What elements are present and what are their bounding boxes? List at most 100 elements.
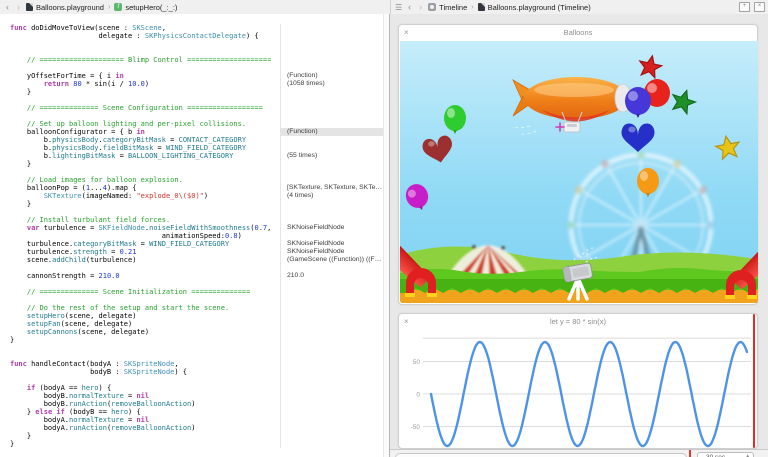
code-line[interactable]: turbulence.categoryBitMask = WIND_FIELD_…	[0, 240, 383, 248]
code-rows: func doDidMoveToView(scene : SKScene, de…	[0, 24, 383, 448]
code-line[interactable]: bodyB.runAction(removeBalloonAction)	[0, 400, 383, 408]
timeline-slider[interactable]	[395, 453, 687, 457]
breadcrumb-timeline[interactable]: Timeline	[428, 3, 467, 12]
code-line[interactable]: }	[0, 432, 383, 440]
code-line[interactable]: // Load images for balloon explosion.	[0, 176, 383, 184]
result-gutter	[280, 352, 383, 360]
related-items-icon[interactable]: ☰	[395, 3, 402, 12]
code-line[interactable]	[0, 280, 383, 288]
code-line[interactable]: bodyA.normalTexture = nil	[0, 416, 383, 424]
breadcrumb-assistant-file[interactable]: Balloons.playground (Timeline)	[477, 3, 591, 12]
code-line[interactable]	[0, 96, 383, 104]
result-annotation[interactable]: 210.0	[280, 272, 383, 280]
code-line[interactable]: delegate : SKPhysicsContactDelegate) {	[0, 32, 383, 40]
code-line[interactable]: setupFan(scene, delegate)	[0, 320, 383, 328]
result-annotation[interactable]: SKNoiseFieldNode	[280, 248, 383, 256]
result-gutter	[280, 24, 383, 32]
result-gutter	[280, 400, 383, 408]
code-line[interactable]	[0, 264, 383, 272]
result-annotation[interactable]: (4 times)	[280, 192, 383, 200]
close-icon[interactable]: ×	[404, 314, 409, 330]
result-gutter	[280, 32, 383, 40]
result-gutter	[280, 208, 383, 216]
code-line[interactable]: }	[0, 160, 383, 168]
code-line[interactable]: b.physicsBody.fieldBitMask = WIND_FIELD_…	[0, 144, 383, 152]
code-line[interactable]: }	[0, 88, 383, 96]
result-annotation[interactable]: SKNoiseFieldNode	[280, 240, 383, 248]
code-line[interactable]: bodyB : SKSpriteNode) {	[0, 368, 383, 376]
result-annotation[interactable]: (1058 times)	[280, 80, 383, 88]
code-line[interactable]: cannonStrength = 210.0 210.0	[0, 272, 383, 280]
timeline-position-marker[interactable]	[689, 450, 691, 457]
code-line[interactable]	[0, 352, 383, 360]
code-line[interactable]	[0, 168, 383, 176]
code-line[interactable]: // Set up balloon lighting and per-pixel…	[0, 120, 383, 128]
code-line[interactable]	[0, 376, 383, 384]
code-line[interactable]: // Do the rest of the setup and start th…	[0, 304, 383, 312]
duration-stepper[interactable]: 30 sec ▲▼	[697, 452, 754, 457]
code-line[interactable]: bodyA.runAction(removeBalloonAction)	[0, 424, 383, 432]
assistant-forward-button[interactable]: ›	[417, 1, 424, 13]
result-annotation[interactable]: (55 times)	[280, 152, 383, 160]
jump-bar-left: ‹ › Balloons.playground › f setupHero(_:…	[4, 0, 177, 14]
code-line[interactable]: func doDidMoveToView(scene : SKScene,	[0, 24, 383, 32]
code-line[interactable]: } else if (bodyB == hero) {	[0, 408, 383, 416]
result-gutter	[280, 416, 383, 424]
result-annotation[interactable]: [SKTexture, SKTexture, SKTe…	[280, 184, 383, 192]
code-line[interactable]: var turbulence = SKFieldNode.noiseFieldW…	[0, 224, 383, 232]
code-line[interactable]: setupHero(scene, delegate)	[0, 312, 383, 320]
code-line[interactable]	[0, 112, 383, 120]
code-line[interactable]	[0, 48, 383, 56]
code-line[interactable]: balloonPop = (1...4).map {[SKTexture, SK…	[0, 184, 383, 192]
close-icon[interactable]: ×	[404, 25, 409, 41]
code-line[interactable]: }	[0, 336, 383, 344]
timeline-playhead[interactable]	[753, 314, 755, 448]
result-gutter	[280, 40, 383, 48]
code-line[interactable]: b.physicsBody.categoryBitMask = CONTACT_…	[0, 136, 383, 144]
stepper-arrows-icon[interactable]: ▲▼	[746, 453, 750, 457]
code-line[interactable]: SKTexture(imageNamed: "explode_0\($0)")(…	[0, 192, 383, 200]
playground-file-icon	[477, 3, 485, 11]
code-line[interactable]: b.lightingBitMask = BALLOON_LIGHTING_CAT…	[0, 152, 383, 160]
code-line[interactable]: // ============== Scene Configuration ==…	[0, 104, 383, 112]
result-gutter	[280, 160, 383, 168]
code-line[interactable]: balloonConfigurator = { b in (Function)	[0, 128, 383, 136]
code-line[interactable]: return 80 * sin(i / 10.0) (1058 times)	[0, 80, 383, 88]
result-annotation[interactable]: (GameScene ((Function)) ((F…	[280, 256, 383, 264]
code-line[interactable]: }	[0, 440, 383, 448]
result-annotation[interactable]: (Function)	[280, 128, 383, 136]
source-editor[interactable]: func doDidMoveToView(scene : SKScene, de…	[0, 14, 383, 457]
code-line[interactable]: setupCannons(scene, delegate)	[0, 328, 383, 336]
balloons-scene	[400, 41, 758, 303]
code-line[interactable]	[0, 296, 383, 304]
code-line[interactable]: yOffsetForTime = { i in (Function)	[0, 72, 383, 80]
code-line[interactable]	[0, 208, 383, 216]
result-annotation[interactable]: SKNoiseFieldNode	[280, 224, 383, 232]
breadcrumb-file[interactable]: Balloons.playground	[26, 3, 104, 12]
result-gutter	[280, 232, 383, 240]
code-line[interactable]: // ==================== Blimp Control ==…	[0, 56, 383, 64]
code-line[interactable]: }	[0, 200, 383, 208]
code-line[interactable]: func handleContact(bodyA : SKSpriteNode,	[0, 360, 383, 368]
code-line[interactable]	[0, 64, 383, 72]
code-line[interactable]	[0, 40, 383, 48]
svg-text:0: 0	[416, 391, 420, 398]
add-assistant-button[interactable]: +	[739, 2, 750, 12]
assistant-back-button[interactable]: ‹	[406, 1, 413, 13]
code-line[interactable]: // ============== Scene Initialization =…	[0, 288, 383, 296]
code-line[interactable]: // Install turbulant field forces.	[0, 216, 383, 224]
result-annotation[interactable]: (Function)	[280, 72, 383, 80]
code-line[interactable]	[0, 344, 383, 352]
back-button[interactable]: ‹	[4, 1, 11, 13]
code-line[interactable]: if (bodyA == hero) {	[0, 384, 383, 392]
code-line[interactable]: bodyB.normalTexture = nil	[0, 392, 383, 400]
code-line[interactable]: turbulence.strength = 0.21 SKNoiseFieldNo…	[0, 248, 383, 256]
forward-button[interactable]: ›	[15, 1, 22, 13]
result-gutter	[280, 296, 383, 304]
jump-bar: ‹ › Balloons.playground › f setupHero(_:…	[0, 0, 768, 15]
result-gutter	[280, 56, 383, 64]
code-line[interactable]: scene.addChild(turbulence) (GameScene ((F…	[0, 256, 383, 264]
code-line[interactable]: animationSpeed:0.8)	[0, 232, 383, 240]
close-assistant-button[interactable]: ×	[754, 2, 765, 12]
breadcrumb-scope[interactable]: f setupHero(_:_:)	[114, 3, 177, 12]
